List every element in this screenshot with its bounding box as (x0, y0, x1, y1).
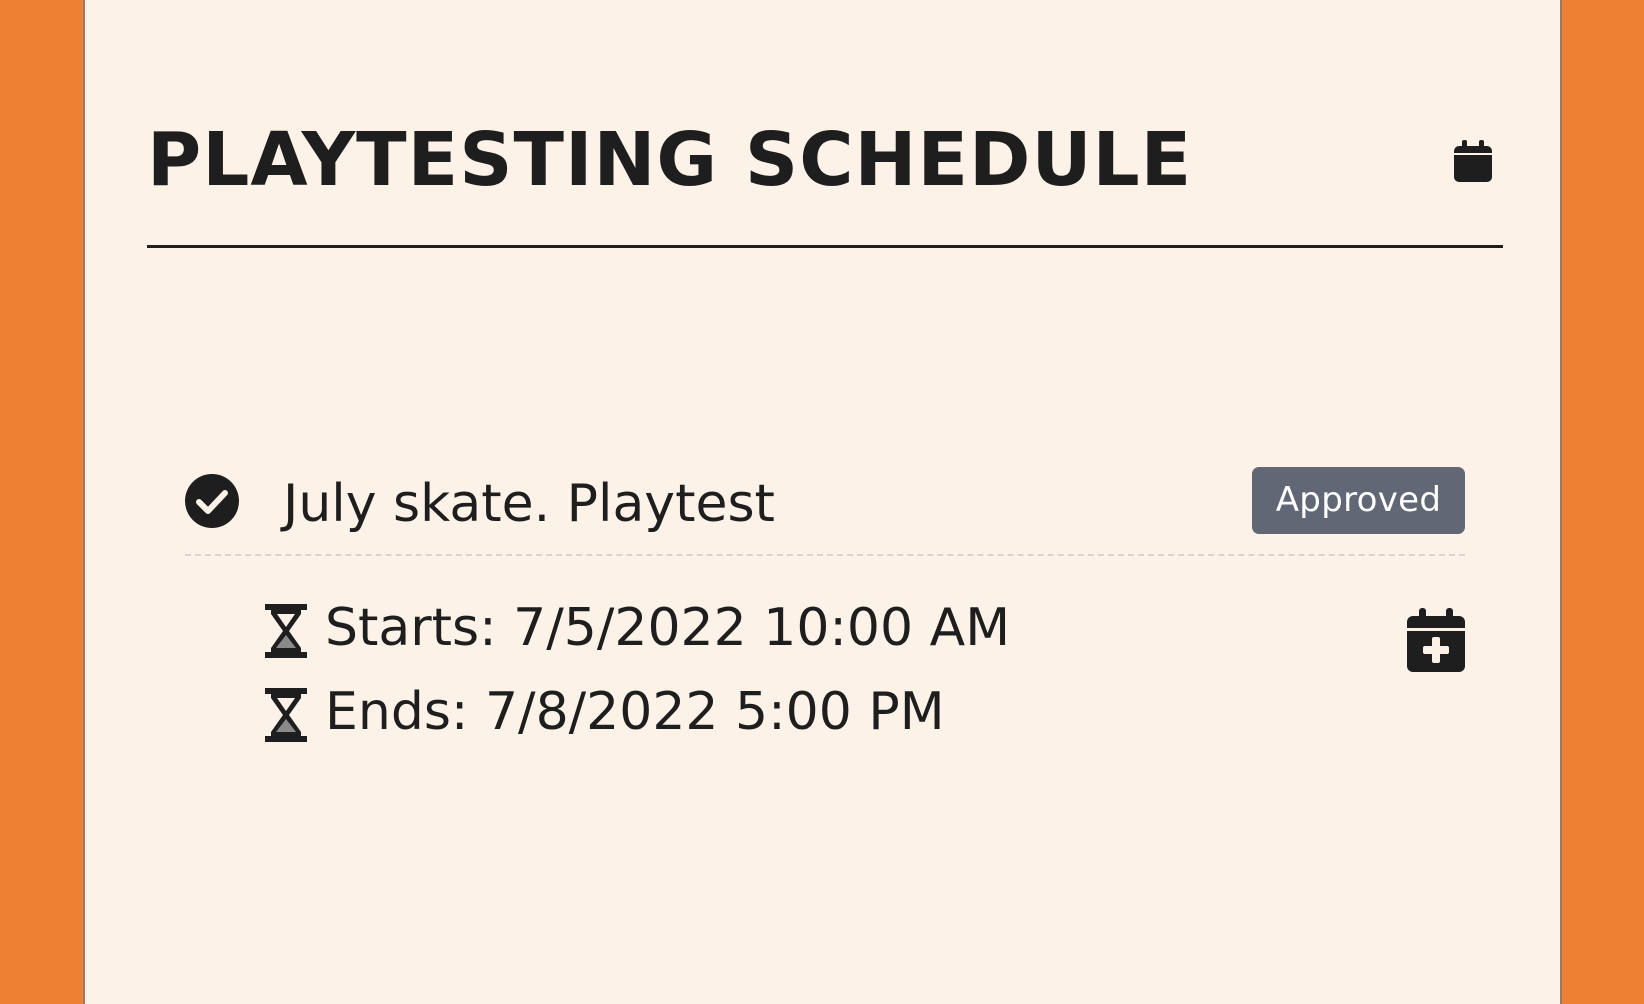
event-item: July skate. Playtest Approved Starts: 7/… (185, 464, 1465, 754)
schedule-header: PLAYTESTING SCHEDULE (147, 110, 1503, 250)
event-title: July skate. Playtest (283, 474, 775, 534)
start-time: Starts: 7/5/2022 10:00 AM (325, 598, 1011, 658)
hourglass-icon (265, 688, 307, 742)
end-time: Ends: 7/8/2022 5:00 PM (325, 682, 945, 742)
page-title: PLAYTESTING SCHEDULE (147, 117, 1193, 203)
header-divider (147, 245, 1503, 248)
check-circle-icon (185, 474, 239, 528)
status-badge: Approved (1252, 467, 1465, 534)
hourglass-icon (265, 604, 307, 658)
calendar-plus-icon[interactable] (1407, 608, 1465, 672)
event-divider (185, 554, 1465, 556)
schedule-panel: PLAYTESTING SCHEDULE July skate. Playtes… (83, 0, 1562, 1004)
event-header-row: July skate. Playtest Approved (185, 464, 1465, 554)
calendar-icon[interactable] (1454, 140, 1492, 182)
